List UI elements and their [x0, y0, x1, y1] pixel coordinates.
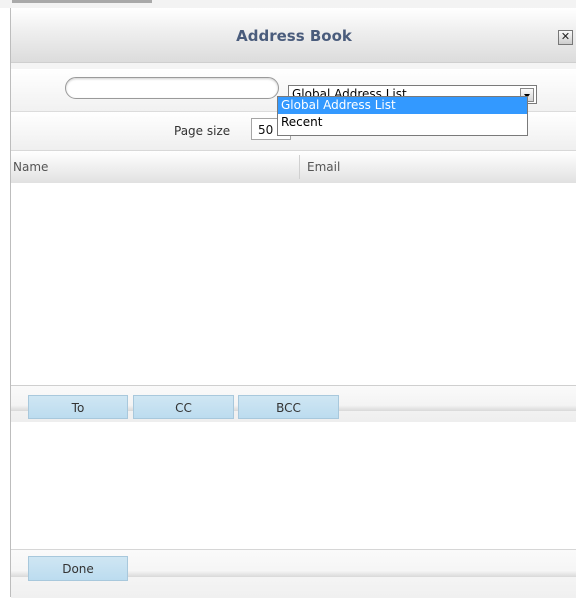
add-to-button[interactable]: To [28, 395, 128, 419]
option-global-address-list[interactable]: Global Address List [278, 97, 527, 114]
dialog-title: Address Book [236, 27, 352, 45]
address-list-dropdown: Global Address List Recent [277, 96, 528, 136]
background-page-line [12, 0, 152, 3]
dialog-titlebar: Address Book ✕ [11, 8, 576, 63]
column-header-email[interactable]: Email [307, 160, 340, 174]
done-button[interactable]: Done [28, 556, 128, 581]
dialog-footer: Done [11, 549, 576, 598]
add-cc-button[interactable]: CC [133, 395, 234, 419]
results-list[interactable] [11, 183, 576, 385]
close-icon: ✕ [560, 30, 571, 43]
column-header-name[interactable]: Name [13, 160, 48, 174]
recipient-button-bar: To CC BCC [11, 385, 576, 422]
selected-recipients-area[interactable] [11, 422, 576, 549]
column-divider[interactable] [299, 155, 300, 179]
option-recent[interactable]: Recent [278, 114, 527, 131]
close-button[interactable]: ✕ [558, 30, 573, 45]
page-size-label: Page size [174, 124, 231, 138]
search-input[interactable] [65, 77, 279, 99]
background-page-strip [0, 0, 576, 8]
add-bcc-button[interactable]: BCC [238, 395, 339, 419]
results-table-header: Name Email [11, 150, 576, 184]
